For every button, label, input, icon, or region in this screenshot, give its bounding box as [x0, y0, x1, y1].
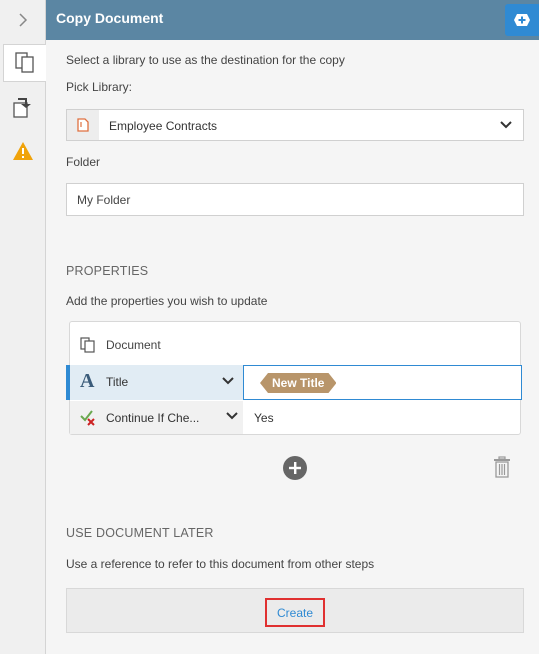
- sidebar-tab-warnings[interactable]: [4, 132, 42, 170]
- plus-circle-icon: [289, 462, 301, 474]
- create-reference-area: Create: [66, 588, 524, 633]
- property-title-value-field[interactable]: New Title: [243, 365, 522, 400]
- panel-title: Copy Document: [56, 10, 164, 26]
- delete-property-button[interactable]: [493, 456, 511, 483]
- property-row-continue: Continue If Che... Yes: [70, 401, 520, 434]
- library-select-value: Employee Contracts: [109, 119, 218, 133]
- left-sidebar: [0, 0, 46, 654]
- folder-label: Folder: [66, 155, 101, 169]
- properties-description: Add the properties you wish to update: [66, 294, 268, 308]
- sidebar-tab-copy-document[interactable]: [3, 44, 46, 82]
- copy-document-icon: [15, 52, 34, 73]
- chevron-down-icon: [222, 377, 234, 385]
- add-icon: [514, 14, 530, 26]
- library-icon-cell: [67, 110, 99, 140]
- checkmark-x-icon: [80, 410, 95, 426]
- property-continue-value: Yes: [254, 411, 274, 425]
- panel-content: Select a library to use as the destinati…: [46, 40, 539, 654]
- properties-heading: PROPERTIES: [66, 264, 149, 278]
- chevron-right-icon: [19, 13, 28, 27]
- property-continue-label: Continue If Che...: [106, 411, 200, 425]
- add-property-button[interactable]: [283, 456, 307, 480]
- document-icon: [77, 118, 89, 132]
- text-a-icon: A: [80, 370, 95, 392]
- folder-field-wrapper: [66, 183, 524, 216]
- pick-library-label: Pick Library:: [66, 80, 133, 94]
- add-action-button[interactable]: [505, 4, 539, 36]
- create-reference-button[interactable]: Create: [265, 598, 325, 627]
- properties-document-row: Document: [70, 322, 520, 366]
- library-select[interactable]: Employee Contracts: [66, 109, 524, 141]
- sidebar-tab-move-document[interactable]: [4, 88, 42, 126]
- properties-document-label: Document: [106, 338, 161, 352]
- intro-text: Select a library to use as the destinati…: [66, 53, 345, 67]
- property-title-value-tag[interactable]: New Title: [260, 373, 336, 393]
- expand-sidebar-button[interactable]: [0, 0, 46, 40]
- copy-document-icon: [80, 337, 95, 353]
- chevron-down-icon: [226, 412, 238, 420]
- use-later-heading: USE DOCUMENT LATER: [66, 526, 214, 540]
- move-document-icon: [13, 98, 31, 118]
- property-row-title: A Title New Title: [66, 365, 522, 400]
- panel-header: Copy Document: [46, 0, 539, 40]
- use-later-description: Use a reference to refer to this documen…: [66, 557, 375, 571]
- trash-icon: [494, 456, 510, 478]
- property-title-selector[interactable]: A Title: [66, 365, 243, 400]
- folder-input[interactable]: [67, 184, 523, 215]
- warning-icon: [13, 142, 33, 160]
- property-title-label: Title: [106, 375, 129, 389]
- property-continue-selector[interactable]: Continue If Che...: [70, 401, 243, 434]
- chevron-down-icon: [500, 121, 512, 129]
